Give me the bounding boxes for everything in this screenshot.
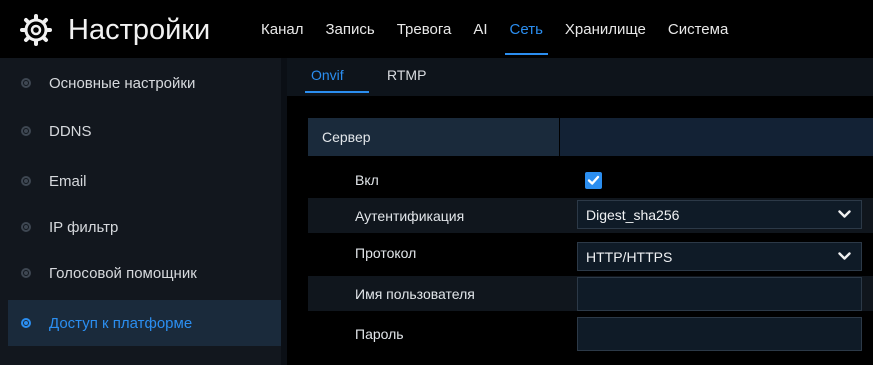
username-label: Имя пользователя (355, 286, 475, 302)
subtab-rtmp[interactable]: RTMP (387, 67, 426, 83)
bullet-icon (21, 222, 31, 232)
enable-label: Вкл (355, 172, 379, 188)
sidebar-item-label: Основные настройки (49, 74, 196, 92)
authentication-label: Аутентификация (355, 208, 465, 224)
tab-ai[interactable]: AI (462, 0, 498, 58)
authentication-select[interactable]: Digest_sha256 (577, 200, 862, 229)
section-header-right (560, 118, 873, 156)
bullet-icon (21, 268, 31, 278)
tab-channel[interactable]: Канал (250, 0, 314, 58)
bullet-icon (21, 78, 31, 88)
main-panel: Onvif RTMP Сервер Вкл Аутентификация Dig… (287, 58, 873, 365)
sidebar-item-ddns[interactable]: DDNS (8, 108, 281, 154)
sidebar-item-ip-filter[interactable]: IP фильтр (8, 204, 281, 250)
subtab-onvif[interactable]: Onvif (311, 67, 344, 83)
main-tabs: Канал Запись Тревога AI Сеть Хранилище С… (250, 0, 739, 58)
tab-network[interactable]: Сеть (499, 0, 554, 58)
gear-icon (20, 14, 52, 46)
page-title: Настройки (68, 14, 211, 46)
sidebar-item-label: IP фильтр (49, 218, 119, 236)
sidebar-item-label: DDNS (49, 122, 92, 140)
tab-system[interactable]: Система (657, 0, 739, 58)
bullet-icon (21, 176, 31, 186)
sub-tab-bar: Onvif RTMP (287, 58, 873, 96)
sidebar-item-label: Голосовой помощник (49, 264, 197, 282)
sidebar-item-label: Доступ к платформе (49, 314, 193, 332)
section-title: Сервер (322, 129, 371, 145)
tab-record[interactable]: Запись (314, 0, 385, 58)
checkmark-icon (587, 175, 600, 185)
enable-checkbox[interactable] (585, 172, 602, 189)
password-field[interactable] (577, 317, 862, 351)
chevron-down-icon (838, 210, 851, 218)
sidebar-item-voice-assistant[interactable]: Голосовой помощник (8, 250, 281, 296)
password-label: Пароль (355, 326, 404, 342)
top-bar: Настройки Канал Запись Тревога AI Сеть Х… (0, 0, 873, 58)
tab-storage[interactable]: Хранилище (554, 0, 657, 58)
sidebar-item-label: Email (49, 172, 87, 190)
protocol-select[interactable]: HTTP/HTTPS (577, 242, 862, 271)
bullet-icon (21, 318, 31, 328)
server-section-header: Сервер (308, 118, 873, 156)
chevron-down-icon (838, 252, 851, 260)
sidebar-item-platform-access[interactable]: Доступ к платформе (8, 300, 281, 346)
protocol-value: HTTP/HTTPS (586, 249, 673, 265)
sidebar-item-basic-settings[interactable]: Основные настройки (8, 60, 281, 106)
sidebar: Основные настройки DDNS Email IP фильтр … (0, 58, 281, 365)
authentication-value: Digest_sha256 (586, 207, 680, 223)
protocol-label: Протокол (355, 245, 417, 261)
section-header-left: Сервер (308, 118, 559, 156)
username-field[interactable] (577, 277, 862, 311)
bullet-icon (21, 126, 31, 136)
tab-alarm[interactable]: Тревога (386, 0, 463, 58)
active-subtab-indicator (305, 91, 369, 93)
sidebar-item-email[interactable]: Email (8, 158, 281, 204)
